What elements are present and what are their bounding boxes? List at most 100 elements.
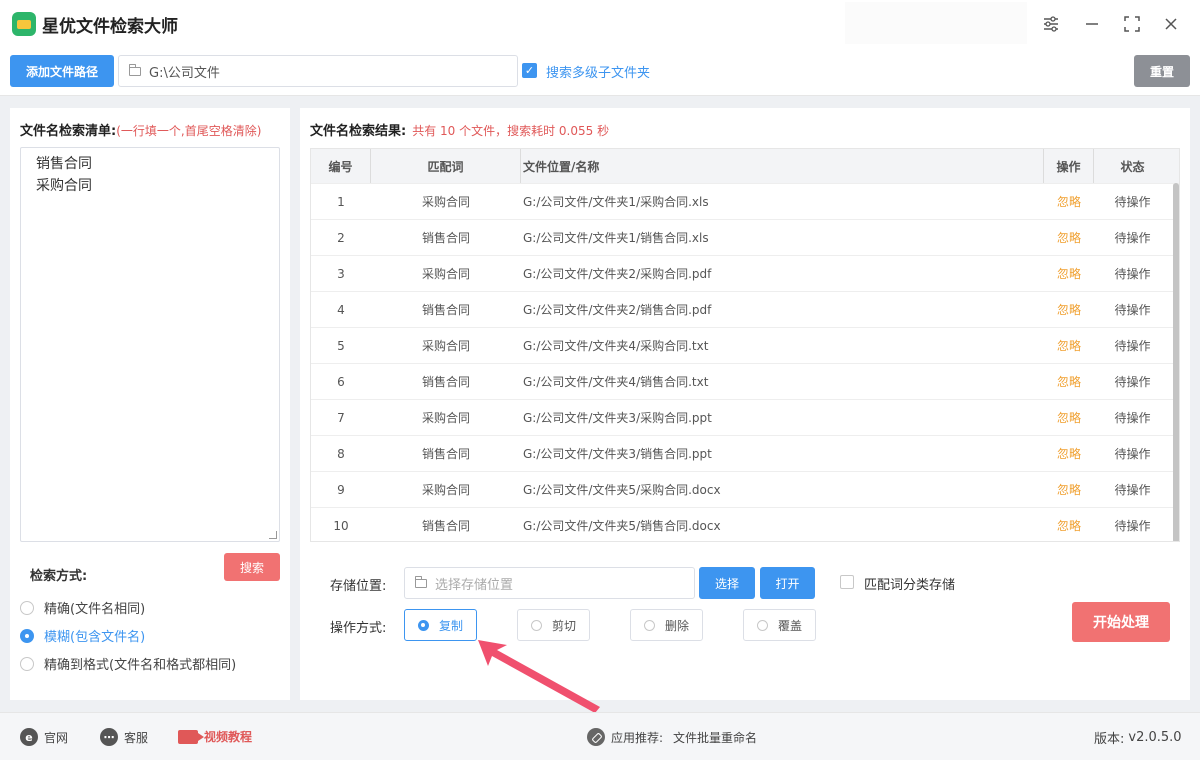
- close-icon[interactable]: [1159, 12, 1183, 36]
- minimize-icon[interactable]: [1080, 12, 1104, 36]
- row-status: 待操作: [1114, 231, 1151, 245]
- row-ignore-button[interactable]: 忽略: [1044, 364, 1094, 399]
- folder-icon: [415, 575, 427, 588]
- video-camera-icon: [178, 729, 204, 744]
- table-row[interactable]: 8 销售合同 G:/公司文件/文件夹3/销售合同.ppt 忽略 待操作: [311, 435, 1179, 471]
- radio-selected-icon[interactable]: [20, 628, 34, 643]
- classify-label[interactable]: 匹配词分类存储: [864, 574, 955, 593]
- table-row[interactable]: 5 采购合同 G:/公司文件/文件夹4/采购合同.txt 忽略 待操作: [311, 327, 1179, 363]
- row-status: 待操作: [1114, 519, 1151, 533]
- choose-button[interactable]: 选择: [699, 567, 755, 599]
- table-row[interactable]: 1 采购合同 G:/公司文件/文件夹1/采购合同.xls 忽略 待操作: [311, 183, 1179, 219]
- ie-icon: e: [20, 728, 38, 746]
- row-no: 4: [337, 302, 345, 317]
- classify-checkbox[interactable]: [840, 575, 854, 589]
- row-no: 6: [337, 374, 345, 389]
- resize-handle-icon[interactable]: [269, 531, 277, 539]
- row-path: G:/公司文件/文件夹1/销售合同.xls: [523, 231, 709, 245]
- app-title: 星优文件检索大师: [42, 17, 178, 37]
- video-tutorial-link[interactable]: 视频教程: [178, 728, 252, 745]
- maximize-icon[interactable]: [1120, 12, 1144, 36]
- keyword-line: 采购合同: [36, 178, 92, 194]
- mode-fuzzy[interactable]: 模糊(包含文件名): [20, 626, 145, 645]
- row-path: G:/公司文件/文件夹2/销售合同.pdf: [523, 303, 712, 317]
- keyword-textarea[interactable]: 销售合同 采购合同: [20, 147, 280, 542]
- row-path: G:/公司文件/文件夹1/采购合同.xls: [523, 195, 709, 209]
- radio-icon[interactable]: [530, 619, 542, 631]
- row-status: 待操作: [1114, 339, 1151, 353]
- row-keyword: 销售合同: [421, 303, 470, 317]
- start-button[interactable]: 开始处理: [1072, 602, 1170, 642]
- op-delete[interactable]: 删除: [630, 609, 703, 641]
- row-path: G:/公司文件/文件夹3/采购合同.ppt: [523, 411, 712, 425]
- storage-input[interactable]: 选择存储位置: [404, 567, 695, 599]
- row-status: 待操作: [1114, 447, 1151, 461]
- row-path: G:/公司文件/文件夹2/采购合同.pdf: [523, 267, 712, 281]
- keyword-list-title: 文件名检索清单:(一行填一个,首尾空格清除): [20, 124, 262, 139]
- settings-icon[interactable]: [1039, 12, 1063, 36]
- table-row[interactable]: 10 销售合同 G:/公司文件/文件夹5/销售合同.docx 忽略 待操作: [311, 507, 1179, 541]
- table-scrollbar[interactable]: [1173, 183, 1179, 541]
- operation-label: 操作方式:: [330, 621, 387, 636]
- results-summary: 共有 10 个文件，搜索耗时 0.055 秒: [412, 124, 610, 138]
- table-row[interactable]: 3 采购合同 G:/公司文件/文件夹2/采购合同.pdf 忽略 待操作: [311, 255, 1179, 291]
- row-ignore-button[interactable]: 忽略: [1044, 436, 1094, 471]
- row-ignore-button[interactable]: 忽略: [1044, 508, 1094, 541]
- col-path: 文件位置/名称: [521, 149, 1044, 183]
- radio-icon[interactable]: [756, 619, 768, 631]
- storage-label: 存储位置:: [330, 579, 387, 594]
- multi-level-checkbox[interactable]: ✓: [522, 63, 537, 78]
- results-title: 文件名检索结果: 共有 10 个文件，搜索耗时 0.055 秒: [310, 124, 610, 139]
- row-no: 3: [337, 266, 345, 281]
- folder-icon: [129, 63, 141, 76]
- row-ignore-button[interactable]: 忽略: [1044, 400, 1094, 435]
- chat-icon: ⋯: [100, 728, 118, 746]
- recommend-link[interactable]: 应用推荐: 文件批量重命名: [587, 728, 757, 746]
- row-no: 8: [337, 446, 345, 461]
- website-link[interactable]: e 官网: [20, 728, 68, 746]
- radio-selected-icon[interactable]: [417, 619, 429, 631]
- op-overwrite[interactable]: 覆盖: [743, 609, 816, 641]
- row-keyword: 采购合同: [421, 483, 470, 497]
- path-toolbar: 添加文件路径 G:\公司文件 ✓ 搜索多级子文件夹 重置: [0, 48, 1200, 96]
- keyword-list-hint: (一行填一个,首尾空格清除): [116, 124, 262, 138]
- path-input[interactable]: G:\公司文件: [118, 55, 518, 87]
- radio-icon[interactable]: [643, 619, 655, 631]
- col-keyword: 匹配词: [371, 149, 521, 183]
- table-body: 1 采购合同 G:/公司文件/文件夹1/采购合同.xls 忽略 待操作 2 销售合同 G:/公…: [311, 183, 1179, 541]
- multi-level-label[interactable]: 搜索多级子文件夹: [546, 62, 650, 81]
- row-path: G:/公司文件/文件夹5/销售合同.docx: [523, 519, 721, 533]
- row-keyword: 销售合同: [421, 447, 470, 461]
- open-button[interactable]: 打开: [760, 567, 815, 599]
- row-status: 待操作: [1114, 483, 1151, 497]
- mode-exact[interactable]: 精确(文件名相同): [20, 598, 145, 617]
- table-row[interactable]: 2 销售合同 G:/公司文件/文件夹1/销售合同.xls 忽略 待操作: [311, 219, 1179, 255]
- row-ignore-button[interactable]: 忽略: [1044, 184, 1094, 219]
- row-path: G:/公司文件/文件夹3/销售合同.ppt: [523, 447, 712, 461]
- row-status: 待操作: [1114, 375, 1151, 389]
- search-button[interactable]: 搜索: [224, 553, 280, 581]
- table-row[interactable]: 7 采购合同 G:/公司文件/文件夹3/采购合同.ppt 忽略 待操作: [311, 399, 1179, 435]
- row-path: G:/公司文件/文件夹5/采购合同.docx: [523, 483, 721, 497]
- table-row[interactable]: 9 采购合同 G:/公司文件/文件夹5/采购合同.docx 忽略 待操作: [311, 471, 1179, 507]
- row-ignore-button[interactable]: 忽略: [1044, 256, 1094, 291]
- mode-exact-format[interactable]: 精确到格式(文件名和格式都相同): [20, 654, 236, 673]
- table-row[interactable]: 4 销售合同 G:/公司文件/文件夹2/销售合同.pdf 忽略 待操作: [311, 291, 1179, 327]
- row-ignore-button[interactable]: 忽略: [1044, 472, 1094, 507]
- service-link[interactable]: ⋯ 客服: [100, 728, 148, 746]
- add-path-button[interactable]: 添加文件路径: [10, 55, 114, 87]
- radio-icon[interactable]: [20, 600, 34, 615]
- row-path: G:/公司文件/文件夹4/采购合同.txt: [523, 339, 709, 353]
- table-row[interactable]: 6 销售合同 G:/公司文件/文件夹4/销售合同.txt 忽略 待操作: [311, 363, 1179, 399]
- row-no: 10: [333, 518, 349, 533]
- keyword-line: 销售合同: [36, 156, 92, 172]
- op-cut[interactable]: 剪切: [517, 609, 590, 641]
- row-ignore-button[interactable]: 忽略: [1044, 292, 1094, 327]
- radio-icon[interactable]: [20, 656, 34, 671]
- row-ignore-button[interactable]: 忽略: [1044, 220, 1094, 255]
- reset-button[interactable]: 重置: [1134, 55, 1190, 87]
- op-copy[interactable]: 复制: [404, 609, 477, 641]
- row-keyword: 采购合同: [421, 339, 470, 353]
- results-panel: 文件名检索结果: 共有 10 个文件，搜索耗时 0.055 秒 编号 匹配词 文件…: [300, 108, 1190, 700]
- row-ignore-button[interactable]: 忽略: [1044, 328, 1094, 363]
